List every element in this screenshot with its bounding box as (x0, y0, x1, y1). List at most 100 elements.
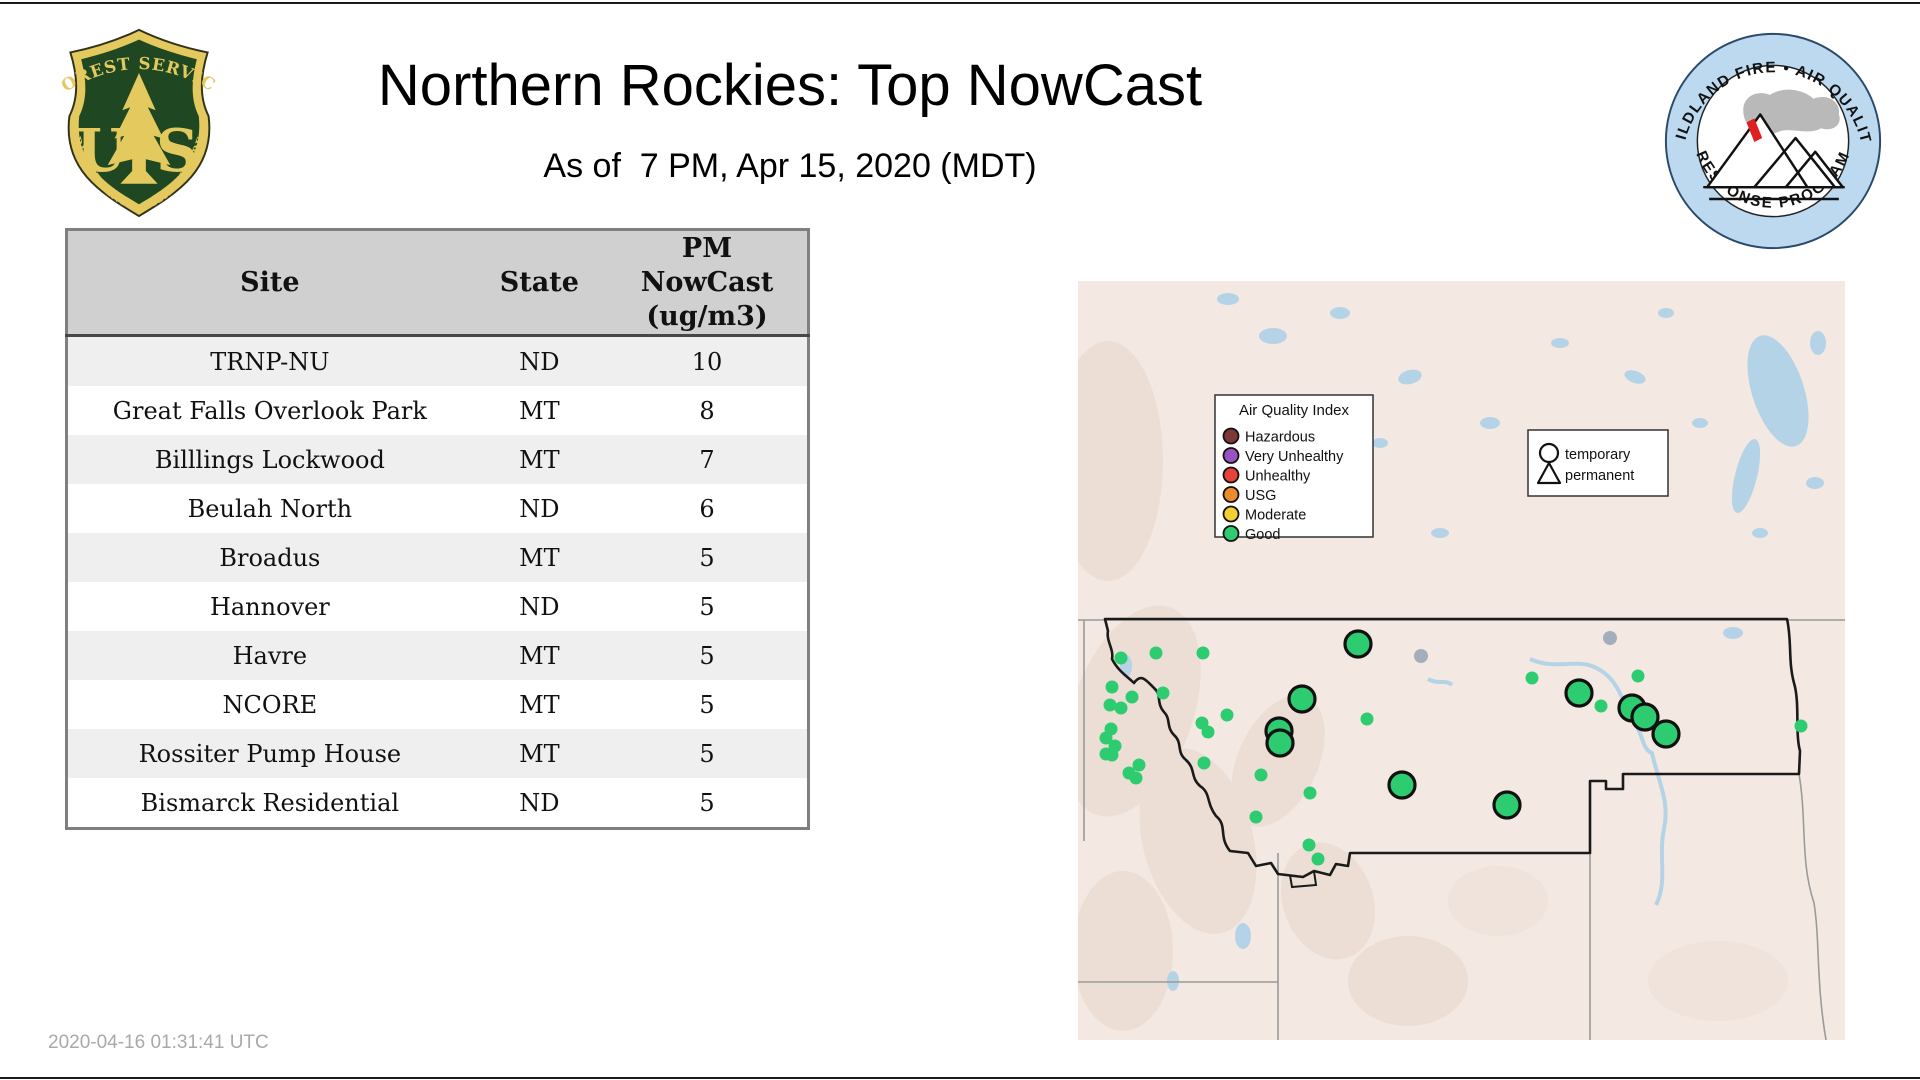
monitor-marker-permanent (1651, 719, 1681, 749)
monitor-marker-temporary (1197, 756, 1211, 770)
cell-value: 5 (607, 778, 809, 829)
cell-site: Beulah North (66, 484, 472, 534)
monitor-marker-temporary (1103, 698, 1117, 712)
cell-value: 10 (607, 335, 809, 387)
cell-state: ND (471, 778, 608, 829)
table-row: TRNP-NU ND 10 (66, 335, 809, 387)
monitor-marker-permanent (1287, 684, 1317, 714)
table-row: Bismarck Residential ND 5 (66, 778, 809, 829)
monitor-marker-temporary (1105, 748, 1119, 762)
cell-value: 7 (607, 435, 809, 485)
cell-site: TRNP-NU (66, 335, 472, 387)
monitor-marker-temporary (1249, 810, 1263, 824)
table-row: Havre MT 5 (66, 631, 809, 681)
monitor-marker-temporary (1105, 680, 1119, 694)
aqi-swatch-hazardous (1222, 427, 1240, 445)
monitor-marker-permanent (1265, 728, 1295, 758)
table-row: Beulah North ND 6 (66, 484, 809, 534)
table-row: Rossiter Pump House MT 5 (66, 729, 809, 779)
wfaqrp-logo: WILDLAND FIRE • AIR QUALITY RESPONSE PRO… (1652, 15, 1886, 259)
aqi-legend: Air Quality Index Hazardous Very Unhealth… (1214, 394, 1374, 543)
column-header-state: State (471, 229, 608, 338)
table-row: Billlings Lockwood MT 7 (66, 435, 809, 485)
monitor-marker-temporary (1220, 708, 1234, 722)
cell-site: Great Falls Overlook Park (66, 386, 472, 436)
aqi-label: Moderate (1245, 508, 1306, 524)
aqi-label: Hazardous (1245, 430, 1315, 446)
nowcast-table: Site State PM NowCast (ug/m3) TRNP-NU ND 1… (65, 228, 810, 831)
cell-state: MT (471, 729, 608, 779)
monitor-marker-temporary (1525, 671, 1539, 685)
aqi-swatch-unhealthy (1222, 466, 1240, 484)
usfs-logo: FOREST SERVICE DEPARTMENT OF AGRICULTURE… (49, 8, 223, 225)
table-row: NCORE MT 5 (66, 680, 809, 730)
cell-site: Broadus (66, 533, 472, 583)
table-row: Hannover ND 5 (66, 582, 809, 632)
cell-site: Billlings Lockwood (66, 435, 472, 485)
aqi-label: Good (1245, 527, 1280, 543)
monitor-marker-permanent (1564, 678, 1594, 708)
cell-value: 5 (607, 680, 809, 730)
page-bottom-border (0, 1077, 1920, 1079)
aqi-swatch-good (1222, 525, 1240, 542)
cell-site: Havre (66, 631, 472, 681)
monitor-marker-temporary (1201, 725, 1215, 739)
table-row: Broadus MT 5 (66, 533, 809, 583)
cell-state: MT (471, 386, 608, 436)
cell-value: 5 (607, 729, 809, 779)
monitor-marker-permanent (1343, 629, 1373, 659)
cell-state: MT (471, 631, 608, 681)
aqi-swatch-moderate (1222, 505, 1240, 523)
cell-value: 5 (607, 533, 809, 583)
table-row: Great Falls Overlook Park MT 8 (66, 386, 809, 436)
aqi-label: Unhealthy (1245, 469, 1311, 485)
cell-site: Hannover (66, 582, 472, 632)
cell-value: 8 (607, 386, 809, 436)
monitor-marker-inactive (1603, 631, 1617, 645)
column-header-site: Site (66, 229, 472, 338)
temporary-label: temporary (1565, 447, 1631, 463)
aqi-swatch-usg (1222, 486, 1240, 503)
monitor-marker-temporary (1156, 686, 1170, 700)
monitor-marker-temporary (1303, 786, 1317, 800)
monitor-marker-temporary (1594, 699, 1608, 713)
cell-value: 5 (607, 631, 809, 681)
monitor-marker-temporary (1149, 646, 1163, 660)
cell-value: 6 (607, 484, 809, 534)
cell-state: ND (471, 484, 608, 534)
monitor-marker-temporary (1129, 771, 1143, 785)
cell-site: Rossiter Pump House (66, 729, 472, 779)
monitor-marker-temporary (1254, 768, 1268, 782)
monitor-marker-temporary (1794, 719, 1808, 733)
cell-site: Bismarck Residential (66, 778, 472, 829)
monitor-marker-permanent (1387, 770, 1417, 800)
usfs-monogram-s: S (156, 116, 198, 185)
cell-state: MT (471, 533, 608, 583)
monitor-marker-temporary (1196, 646, 1210, 660)
aqi-label: Very Unhealthy (1245, 449, 1344, 465)
table-header-row: Site State PM NowCast (ug/m3) (66, 229, 809, 338)
monitor-marker-temporary (1311, 852, 1325, 866)
page-title: Northern Rockies: Top NowCast (377, 53, 1203, 118)
monitor-marker-permanent (1492, 790, 1522, 820)
cell-state: MT (471, 435, 608, 485)
monitor-marker-temporary (1360, 712, 1374, 726)
aqi-label: USG (1245, 488, 1276, 504)
aqi-legend-title: Air Quality Index (1239, 402, 1350, 419)
monitor-marker-inactive (1414, 649, 1428, 663)
header: Northern Rockies: Top NowCast As of 7 PM… (220, 0, 1360, 186)
permanent-label: permanent (1565, 468, 1634, 484)
column-header-pm-nowcast: PM NowCast (ug/m3) (607, 229, 809, 338)
marker-type-legend: temporary permanent (1527, 429, 1669, 497)
cell-state: ND (471, 335, 608, 387)
cell-state: MT (471, 680, 608, 730)
monitor-marker-temporary (1114, 701, 1128, 715)
temporary-symbol-icon (1538, 442, 1560, 464)
aqi-swatch-very-unhealthy (1222, 447, 1240, 464)
generated-timestamp: 2020-04-16 01:31:41 UTC (48, 1032, 269, 1053)
monitor-map: Air Quality Index Hazardous Very Unhealth… (1053, 281, 1845, 1041)
cell-value: 5 (607, 582, 809, 632)
cell-site: NCORE (66, 680, 472, 730)
monitor-marker-temporary (1302, 838, 1316, 852)
page-subtitle: As of 7 PM, Apr 15, 2020 (MDT) (543, 147, 1037, 185)
